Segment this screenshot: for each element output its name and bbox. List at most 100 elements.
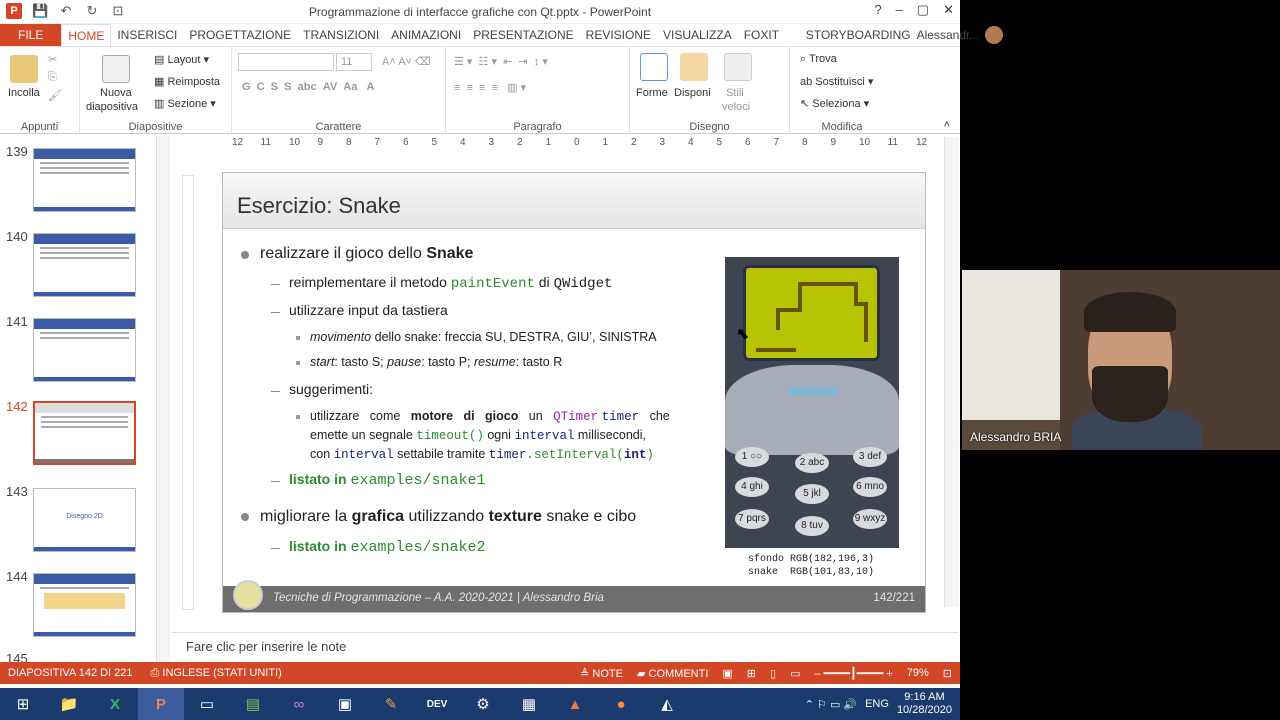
user-account[interactable]: Alessandr... xyxy=(917,26,1014,44)
tab-insert[interactable]: INSERISCI xyxy=(111,24,183,46)
arrange-button[interactable]: Disponi xyxy=(674,87,711,99)
section-button[interactable]: ▥ Sezione ▾ xyxy=(154,97,216,110)
notepad-icon[interactable]: ▤ xyxy=(230,688,276,720)
terminal-icon[interactable]: ▭ xyxy=(184,688,230,720)
new-slide-label-1[interactable]: Nuova xyxy=(100,87,132,99)
format-painter-icon[interactable]: 🖌 xyxy=(48,89,62,102)
background-wall xyxy=(962,270,1060,420)
font-size-combo[interactable]: 11 xyxy=(336,53,372,71)
phone-key: 6 mno xyxy=(853,477,887,497)
file-explorer-icon[interactable]: 📁 xyxy=(46,688,92,720)
zoom-slider[interactable]: – ━━━━┃━━━━ + xyxy=(814,667,892,680)
slide-thumbnail[interactable]: Disegno 2D xyxy=(33,488,136,552)
collapse-ribbon-icon[interactable]: ˄ xyxy=(944,119,950,131)
font-name-combo[interactable] xyxy=(238,53,334,71)
slide-thumbnail[interactable] xyxy=(33,318,136,382)
ruler-tick: 1 xyxy=(545,137,552,148)
copy-icon[interactable]: ⎘ xyxy=(48,71,57,84)
dev-cpp-icon[interactable]: DEV xyxy=(414,688,460,720)
caption-background-color: sfondo RGB(182,196,3) xyxy=(748,554,875,565)
nokia-phone-image: 1 ○○ 2 abc 3 def 4 ghi 5 jkl 6 mno 7 pqr… xyxy=(725,257,899,548)
notes-pane[interactable]: Fare clic per inserire le note xyxy=(172,632,958,660)
font-style-buttons[interactable]: G C S S abc AV Aa A xyxy=(242,81,374,93)
font-grow-icon[interactable]: A˄ A˅ ⌫ xyxy=(382,55,431,68)
paste-button[interactable]: Incolla xyxy=(8,87,40,99)
phone-key: 3 def xyxy=(853,447,887,467)
slideshow-icon[interactable]: ▭ xyxy=(790,667,800,680)
slide-scrollbar[interactable] xyxy=(944,137,958,607)
fit-slide-icon[interactable]: ⊡ xyxy=(943,667,952,680)
layout-button[interactable]: ▤ Layout ▾ xyxy=(154,53,209,66)
quick-styles-icon[interactable] xyxy=(724,53,752,81)
replace-button[interactable]: ab Sostituisci ▾ xyxy=(800,75,873,88)
tab-view[interactable]: VISUALIZZA xyxy=(657,24,738,46)
slide-sorter-icon[interactable]: ⊞ xyxy=(747,667,756,680)
paint-icon[interactable]: ✎ xyxy=(368,688,414,720)
tab-home[interactable]: HOME xyxy=(61,24,112,46)
select-button[interactable]: ↖ Seleziona ▾ xyxy=(800,97,869,110)
zoom-level[interactable]: 79% xyxy=(907,667,929,679)
maximize-button[interactable]: ▢ xyxy=(917,2,929,18)
tab-slideshow[interactable]: PRESENTAZIONE xyxy=(467,24,579,46)
comments-toggle[interactable]: ▰ COMMENTI xyxy=(637,667,708,680)
ruler-tick: 3 xyxy=(488,137,495,148)
tab-design[interactable]: PROGETTAZIONE xyxy=(183,24,297,46)
network-tool-icon[interactable]: ⚙ xyxy=(460,688,506,720)
slide-thumbnail[interactable] xyxy=(33,148,136,212)
tab-foxit[interactable]: FOXIT READER PDF xyxy=(738,24,800,86)
slide-thumbnail[interactable] xyxy=(33,573,136,637)
reset-button[interactable]: ▦ Reimposta xyxy=(154,75,220,88)
clock[interactable]: 9:16 AM 10/28/2020 xyxy=(897,691,952,717)
ruler-tick: 1 xyxy=(602,137,609,148)
minimize-button[interactable]: – xyxy=(896,2,903,18)
keyboard-language[interactable]: ENG xyxy=(865,698,889,710)
new-slide-icon[interactable] xyxy=(102,55,130,83)
align-buttons[interactable]: ≡ ≡ ≡ ≡ ▥ ▾ xyxy=(454,81,526,94)
help-button[interactable]: ? xyxy=(874,2,881,18)
notes-toggle[interactable]: ≜ NOTE xyxy=(580,667,623,680)
firefox-icon[interactable]: ● xyxy=(598,688,644,720)
powerpoint-icon[interactable]: P xyxy=(138,688,184,720)
ruler-tick: 4 xyxy=(460,137,466,148)
paste-icon[interactable] xyxy=(10,55,38,83)
close-button[interactable]: ✕ xyxy=(943,2,954,18)
monitor-icon[interactable]: ▣ xyxy=(322,688,368,720)
slide-canvas[interactable]: Esercizio: Snake realizzare il gioco del… xyxy=(222,172,926,613)
tray-icons[interactable]: ⌃ ⚐ ▭ 🔊 xyxy=(805,698,857,711)
find-button[interactable]: ⌕ Trova xyxy=(800,53,837,66)
tab-storyboarding[interactable]: STORYBOARDING xyxy=(800,24,917,46)
inkscape-icon[interactable]: ◭ xyxy=(644,688,690,720)
excel-icon[interactable]: X xyxy=(92,688,138,720)
slide-thumbnail[interactable] xyxy=(33,233,136,297)
start-button-icon[interactable]: ⊞ xyxy=(0,688,46,720)
tab-transitions[interactable]: TRANSIZIONI xyxy=(297,24,385,46)
shapes-icon[interactable] xyxy=(640,53,668,81)
bullet-movimento: movimento dello snake: freccia SU, DESTR… xyxy=(310,330,657,344)
tab-animations[interactable]: ANIMAZIONI xyxy=(385,24,467,46)
shapes-button[interactable]: Forme xyxy=(636,87,668,99)
quick-styles-label-2[interactable]: veloci xyxy=(722,101,750,113)
dash xyxy=(271,312,280,313)
thumbnails-scrollbar[interactable] xyxy=(156,136,170,662)
ruler-tick: 11 xyxy=(887,137,898,148)
tab-review[interactable]: REVISIONE xyxy=(580,24,657,46)
reading-view-icon[interactable]: ▯ xyxy=(770,667,776,680)
ruler-tick: 5 xyxy=(716,137,723,148)
normal-view-icon[interactable]: ▣ xyxy=(722,667,732,680)
new-slide-label-2[interactable]: diapositiva xyxy=(86,101,138,113)
thumb-number: 144 xyxy=(6,569,28,584)
arrange-icon[interactable] xyxy=(680,53,708,81)
group-label-clipboard: Appunti xyxy=(20,121,59,133)
list-buttons[interactable]: ☰ ▾ ☷ ▾ ⇤ ⇥ ↕ ▾ xyxy=(454,55,548,68)
slide-thumbnail-selected[interactable] xyxy=(33,401,136,465)
matlab-icon[interactable]: ▲ xyxy=(552,688,598,720)
tab-file[interactable]: FILE xyxy=(0,24,62,46)
quick-styles-label-1[interactable]: Stili xyxy=(726,87,744,99)
cut-icon[interactable]: ✂ xyxy=(48,53,57,66)
bullet xyxy=(241,251,249,259)
language-indicator[interactable]: ⎙ INGLESE (STATI UNITI) xyxy=(151,667,282,680)
calculator-icon[interactable]: ▦ xyxy=(506,688,552,720)
bullet-realizzare: realizzare il gioco dello Snake xyxy=(260,245,474,262)
visual-studio-icon[interactable]: ∞ xyxy=(276,688,322,720)
dash xyxy=(271,391,280,392)
